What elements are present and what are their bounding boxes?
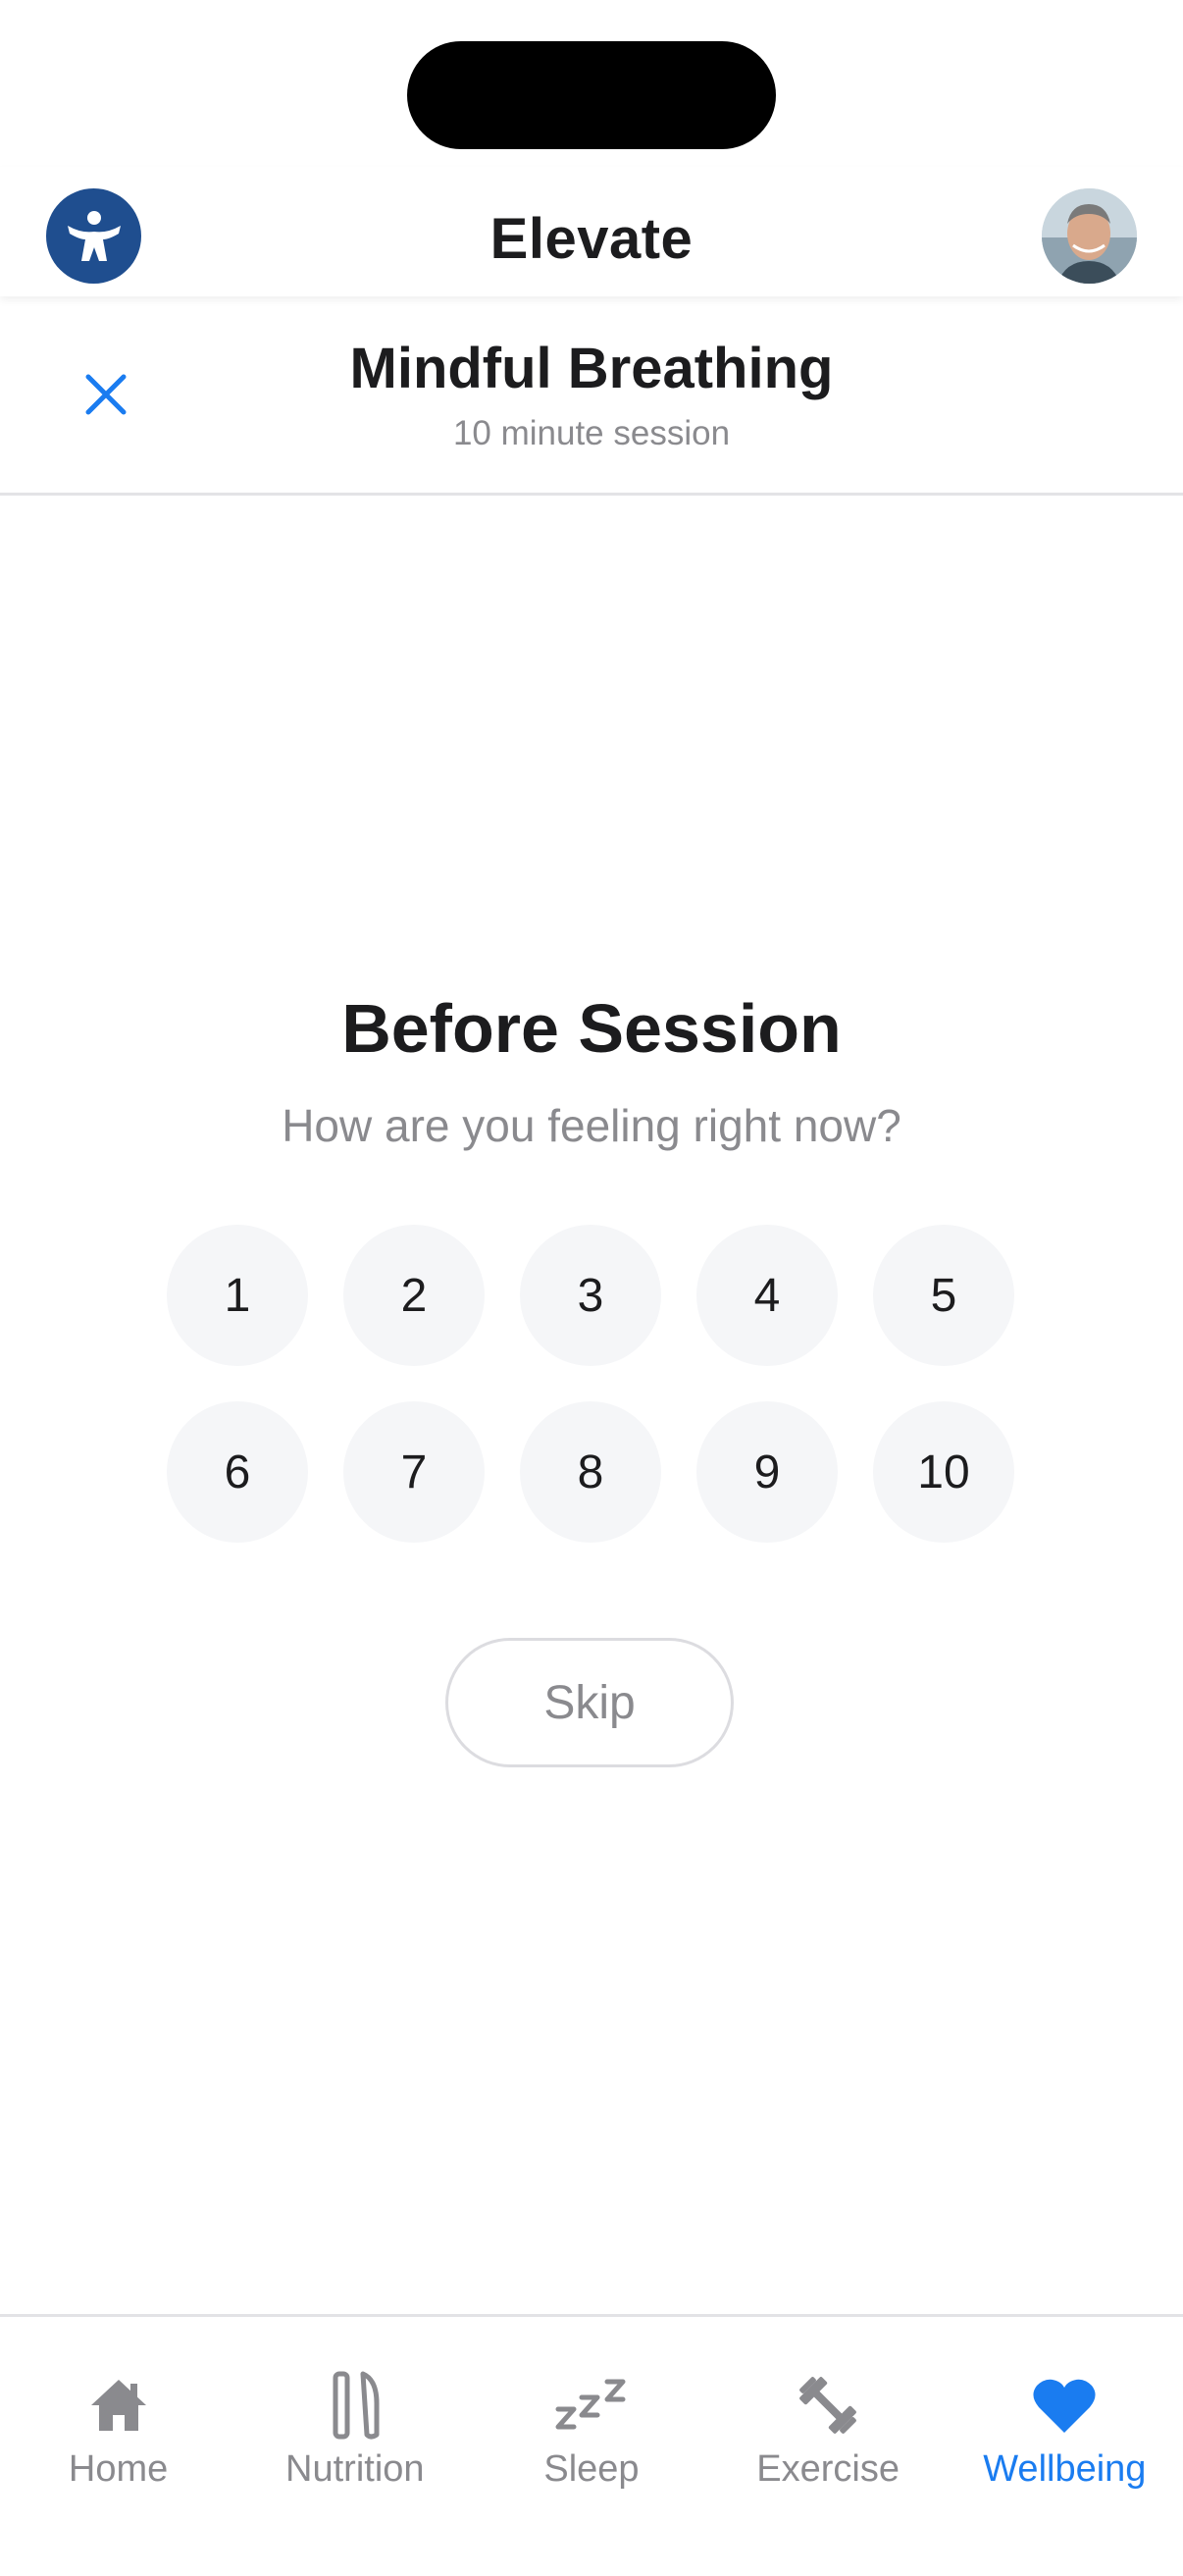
- rating-heading: Before Session: [341, 990, 842, 1067]
- rating-option-4[interactable]: 4: [696, 1225, 838, 1366]
- rating-option-3[interactable]: 3: [520, 1225, 661, 1366]
- nav-label-exercise: Exercise: [756, 2448, 900, 2490]
- avatar[interactable]: [1042, 188, 1137, 284]
- rating-option-2[interactable]: 2: [343, 1225, 485, 1366]
- app-header: Elevate: [0, 167, 1183, 296]
- profile-photo: [1042, 188, 1137, 284]
- app-title: Elevate: [489, 207, 694, 271]
- rating-option-10[interactable]: 10: [873, 1401, 1014, 1543]
- nav-label-sleep: Sleep: [543, 2448, 640, 2490]
- nav-item-exercise[interactable]: Exercise: [710, 2317, 947, 2576]
- rating-option-5[interactable]: 5: [873, 1225, 1014, 1366]
- rating-option-6[interactable]: 6: [167, 1401, 308, 1543]
- bottom-nav: Home Nutrition Sleep Exercise Wellbeing: [0, 2314, 1183, 2576]
- rating-option-1[interactable]: 1: [167, 1225, 308, 1366]
- rating-grid: 1 2 3 4 5 6 7 8 9 10: [167, 1225, 1016, 1543]
- dynamic-island: [407, 41, 776, 149]
- rating-question: How are you feeling right now?: [282, 1100, 901, 1151]
- session-subtitle: 10 minute session: [452, 414, 731, 452]
- rating-option-7[interactable]: 7: [343, 1401, 485, 1543]
- nav-label-wellbeing: Wellbeing: [983, 2448, 1147, 2490]
- nutrition-icon: [316, 2366, 394, 2445]
- heart-icon: [1025, 2366, 1104, 2445]
- session-title: Mindful Breathing: [349, 337, 834, 400]
- session-header: Mindful Breathing 10 minute session: [0, 296, 1183, 496]
- home-icon: [79, 2366, 158, 2445]
- rating-option-9[interactable]: 9: [696, 1401, 838, 1543]
- nav-item-nutrition[interactable]: Nutrition: [236, 2317, 473, 2576]
- nav-item-wellbeing[interactable]: Wellbeing: [947, 2317, 1183, 2576]
- dumbbell-icon: [789, 2366, 867, 2445]
- rating-option-8[interactable]: 8: [520, 1401, 661, 1543]
- nav-label-nutrition: Nutrition: [285, 2448, 425, 2490]
- nav-label-home: Home: [68, 2448, 169, 2490]
- nav-item-sleep[interactable]: Sleep: [473, 2317, 709, 2576]
- skip-button[interactable]: Skip: [445, 1638, 734, 1767]
- nav-item-home[interactable]: Home: [0, 2317, 236, 2576]
- sleep-icon: [552, 2366, 631, 2445]
